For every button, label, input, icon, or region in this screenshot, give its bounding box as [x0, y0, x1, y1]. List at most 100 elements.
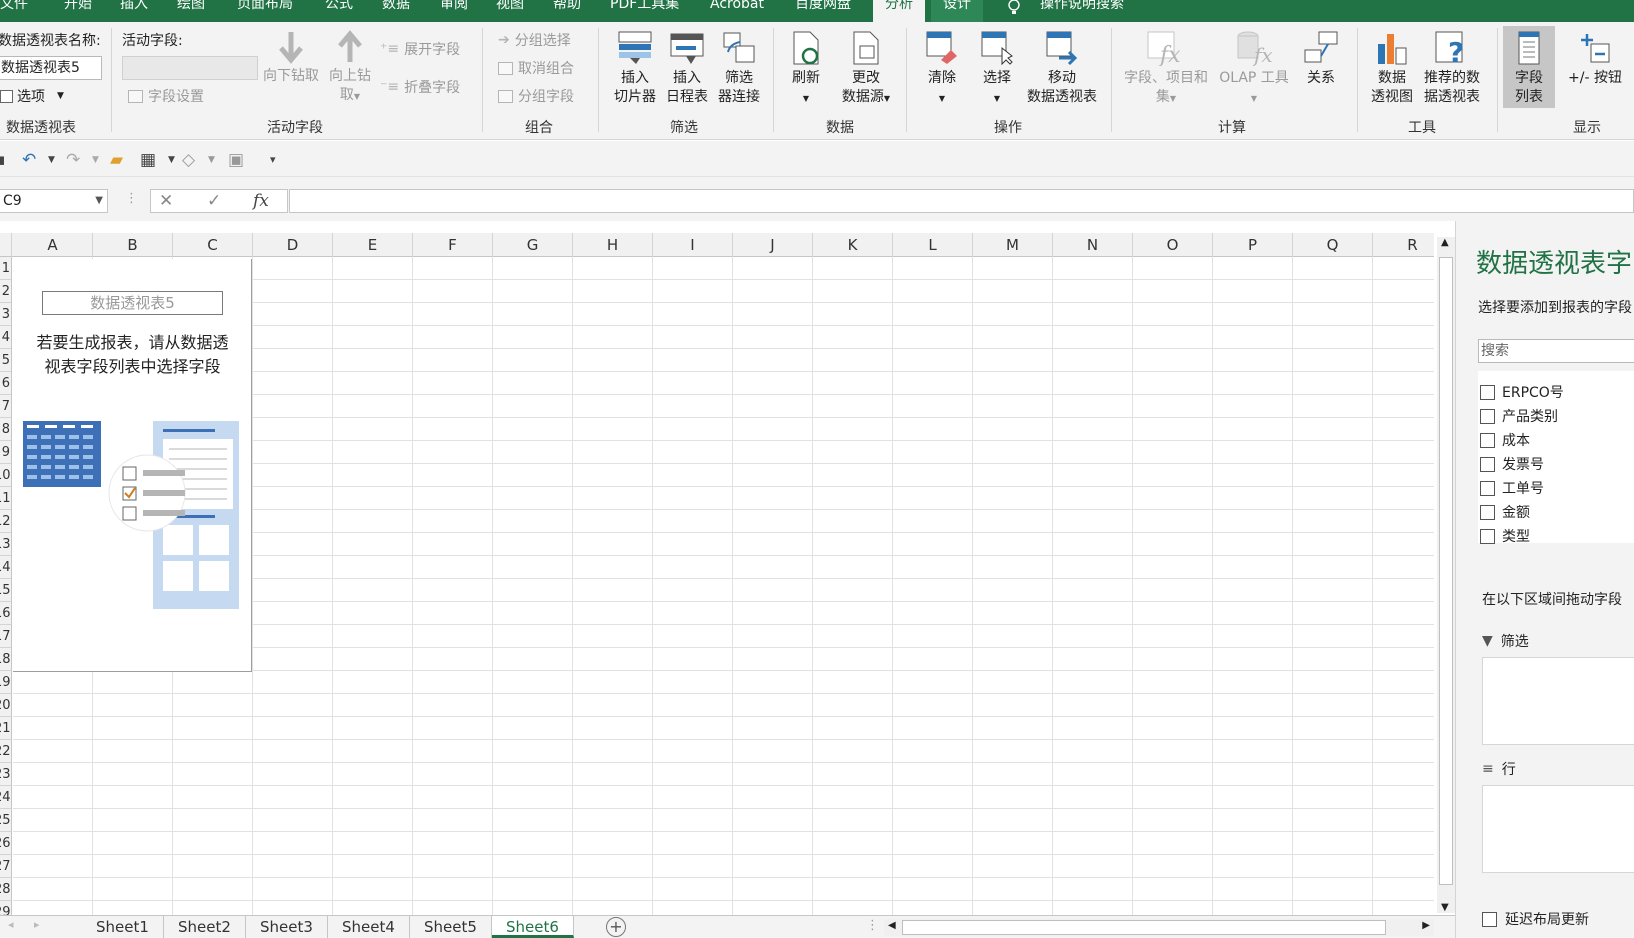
row-header[interactable]: 4	[0, 326, 11, 349]
column-header-i[interactable]: I	[653, 233, 733, 257]
row-header[interactable]: 24	[0, 786, 11, 809]
checkbox-icon[interactable]	[1480, 408, 1495, 424]
tell-me-search[interactable]: 操作说明搜索	[1040, 0, 1124, 22]
field-item[interactable]: ERPCO号	[1480, 381, 1564, 403]
sheet-tab-1[interactable]: Sheet1	[82, 916, 164, 938]
rows-drop-zone[interactable]	[1482, 785, 1634, 873]
column-header-l[interactable]: L	[893, 233, 973, 257]
column-header-n[interactable]: N	[1053, 233, 1133, 257]
column-header-q[interactable]: Q	[1293, 233, 1373, 257]
collapse-field-button[interactable]: ⁻≡ 折叠字段	[380, 77, 460, 97]
menu-help[interactable]: 帮助	[553, 0, 581, 22]
field-search-input[interactable]: 搜索	[1478, 339, 1634, 363]
menu-data[interactable]: 数据	[382, 0, 410, 22]
add-sheet-icon[interactable]: +	[606, 917, 626, 937]
menu-formulas[interactable]: 公式	[325, 0, 353, 22]
drill-up-button[interactable]: 向上钻 取▼	[322, 30, 378, 106]
pivot-chart-button[interactable]: 数据 透视图	[1364, 30, 1420, 107]
shapes-dropdown-icon[interactable]: ▼	[208, 155, 215, 165]
menu-analyze[interactable]: 分析	[873, 0, 925, 22]
row-header[interactable]: 9	[0, 441, 11, 464]
scroll-up-icon[interactable]: ▲	[1441, 237, 1449, 248]
sheet-tab-2[interactable]: Sheet2	[164, 916, 246, 938]
drag-handle-icon[interactable]: ⋮	[125, 191, 138, 206]
column-header-k[interactable]: K	[813, 233, 893, 257]
column-header-b[interactable]: B	[93, 233, 173, 257]
clear-button[interactable]: 清除 ▼	[920, 30, 964, 108]
field-settings-button[interactable]: 字段设置	[128, 86, 204, 106]
menu-file[interactable]: 文件	[0, 0, 28, 22]
group-field-button[interactable]: 分组字段	[498, 86, 574, 106]
row-header[interactable]: 18	[0, 648, 11, 671]
insert-slicer-button[interactable]: 插入 切片器	[610, 30, 660, 107]
scroll-down-icon[interactable]: ▼	[1441, 902, 1449, 913]
menu-design[interactable]: 设计	[931, 0, 983, 22]
column-header-c[interactable]: C	[173, 233, 253, 257]
undo-dropdown-icon[interactable]: ▼	[48, 155, 55, 165]
checkbox-icon[interactable]	[1480, 456, 1495, 472]
column-header-g[interactable]: G	[493, 233, 573, 257]
column-header-j[interactable]: J	[733, 233, 813, 257]
checkbox-icon[interactable]	[1480, 480, 1495, 496]
row-header[interactable]: 28	[0, 878, 11, 901]
row-header[interactable]: 20	[0, 694, 11, 717]
expand-field-button[interactable]: ⁺≡ 展开字段	[380, 39, 460, 59]
menu-view[interactable]: 视图	[496, 0, 524, 22]
row-header[interactable]: 8	[0, 418, 11, 441]
formula-input[interactable]	[289, 189, 1634, 213]
recommended-pivots-button[interactable]: ? 推荐的数 据透视表	[1420, 30, 1484, 107]
group-selection-button[interactable]: ➔ 分组选择	[498, 30, 571, 50]
row-header[interactable]: 19	[0, 671, 11, 694]
plus-minus-buttons-button[interactable]: +/- 按钮	[1560, 30, 1630, 88]
cancel-icon[interactable]: ✕	[159, 191, 173, 211]
field-item[interactable]: 成本	[1480, 429, 1530, 451]
tab-scroll-right-icon[interactable]: ▸	[34, 918, 40, 931]
checkbox-icon[interactable]	[1480, 528, 1495, 544]
row-header[interactable]: 22	[0, 740, 11, 763]
vertical-scrollbar[interactable]: ▲ ▼	[1437, 237, 1455, 913]
select-button[interactable]: 选择 ▼	[975, 30, 1019, 108]
row-header[interactable]: 27	[0, 855, 11, 878]
column-header-m[interactable]: M	[973, 233, 1053, 257]
field-item[interactable]: 产品类别	[1480, 405, 1558, 427]
drill-down-button[interactable]: 向下钻取	[258, 30, 324, 86]
horizontal-scroll-thumb[interactable]	[902, 920, 1386, 935]
row-header[interactable]: 11	[0, 487, 11, 510]
redo-dropdown-icon[interactable]: ▼	[92, 155, 99, 165]
menu-acrobat[interactable]: Acrobat	[710, 0, 764, 22]
sheet-tab-3[interactable]: Sheet3	[246, 916, 328, 938]
row-header[interactable]: 2	[0, 280, 11, 303]
filter-drop-zone[interactable]	[1482, 657, 1634, 745]
checkbox-icon[interactable]	[1480, 432, 1495, 448]
refresh-button[interactable]: 刷新 ▼	[786, 30, 826, 108]
sheet-tab-4[interactable]: Sheet4	[328, 916, 410, 938]
fields-items-sets-button[interactable]: fx 字段、项目和 集▼	[1120, 30, 1212, 108]
column-header-r[interactable]: R	[1373, 233, 1434, 257]
row-header[interactable]: 12	[0, 510, 11, 533]
checkbox-icon[interactable]	[1480, 504, 1495, 520]
layout-dropdown-icon[interactable]: ▼	[168, 155, 175, 165]
column-header-p[interactable]: P	[1213, 233, 1293, 257]
vertical-scroll-thumb[interactable]	[1439, 257, 1453, 885]
row-header[interactable]: 26	[0, 832, 11, 855]
sheet-tab-6[interactable]: Sheet6	[492, 916, 574, 938]
pivot-name-input[interactable]: 数据透视表5	[0, 56, 102, 80]
menu-baidu-netdisk[interactable]: 百度网盘	[795, 0, 851, 22]
checkbox-icon[interactable]	[1482, 911, 1497, 927]
row-header[interactable]: 16	[0, 602, 11, 625]
row-header[interactable]: 1	[0, 257, 11, 280]
pivot-table-placeholder[interactable]: 数据透视表5 若要生成报表，请从数据透 视表字段列表中选择字段	[13, 259, 252, 672]
menu-home[interactable]: 开始	[64, 0, 92, 22]
field-item[interactable]: 工单号	[1480, 477, 1544, 499]
row-header[interactable]: 21	[0, 717, 11, 740]
row-header[interactable]: 23	[0, 763, 11, 786]
active-field-input[interactable]	[122, 56, 258, 80]
form-icon[interactable]: ▣	[228, 150, 244, 170]
menu-insert[interactable]: 插入	[120, 0, 148, 22]
row-header[interactable]: 15	[0, 579, 11, 602]
layout-icon[interactable]: ▦	[140, 150, 156, 170]
row-header[interactable]: 10	[0, 464, 11, 487]
olap-tools-button[interactable]: fx OLAP 工具 ▼	[1214, 30, 1294, 108]
field-item[interactable]: 金额	[1480, 501, 1530, 523]
row-header[interactable]: 6	[0, 372, 11, 395]
